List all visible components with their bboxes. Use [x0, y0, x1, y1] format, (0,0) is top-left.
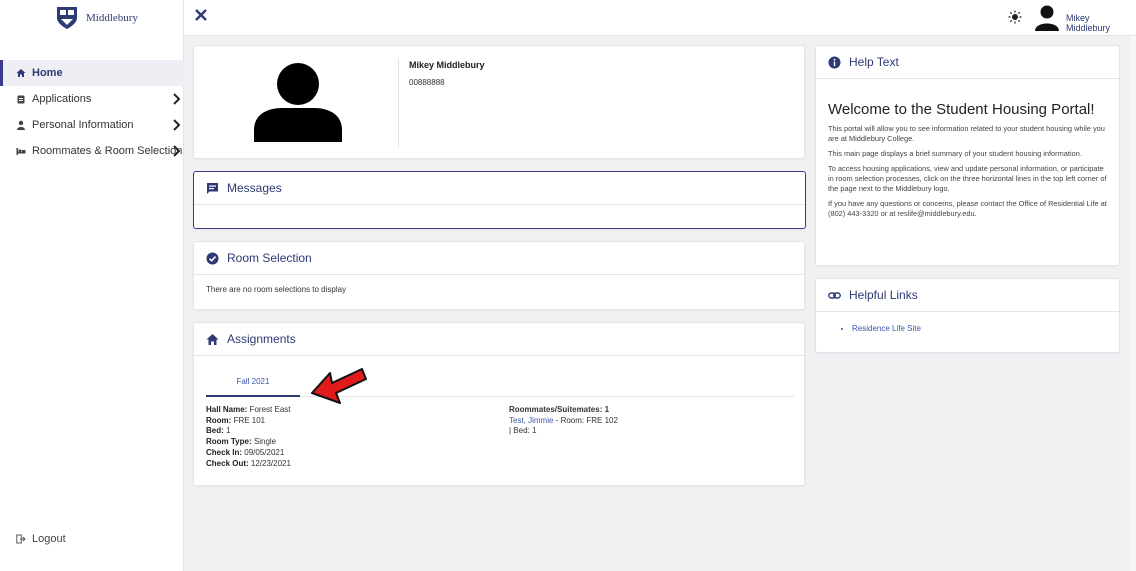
helpful-links-list: Residence Life Site — [828, 322, 1107, 333]
close-icon[interactable] — [194, 8, 208, 22]
sidebar-item-applications[interactable]: Applications — [0, 86, 184, 112]
message-icon — [207, 182, 218, 194]
sidebar-item-roommates-room-selection[interactable]: Roommates & Room Selection — [0, 138, 184, 164]
sidebar-item-personal-information[interactable]: Personal Information — [0, 112, 184, 138]
room-selection-header: Room Selection — [194, 242, 804, 275]
red-arrow-icon — [311, 368, 367, 404]
profile-card: Mikey Middlebury 00888888 — [193, 45, 805, 159]
profile-avatar-icon — [254, 63, 342, 142]
bed-icon — [16, 148, 26, 155]
sidebar-nav: Home Applications Personal Information R… — [0, 60, 184, 164]
logout-icon — [16, 534, 26, 544]
roommates-info: Roommates/Suitemates: 1 Test, Jimmie - R… — [509, 405, 618, 437]
chevron-right-icon — [173, 93, 180, 105]
middlebury-shield-icon — [57, 7, 77, 29]
room-selection-empty: There are no room selections to display — [206, 285, 347, 294]
sidebar: Middlebury Home Applications Personal In… — [0, 0, 184, 571]
helpful-links-card: Helpful Links Residence Life Site — [815, 278, 1120, 353]
check-out-row: Check Out: 12/23/2021 — [206, 458, 291, 468]
help-paragraph: To access housing applications, view and… — [828, 164, 1107, 193]
welcome-heading: Welcome to the Student Housing Portal! — [828, 101, 1095, 118]
room-type-row: Room Type: Single — [206, 437, 277, 447]
profile-id: 00888888 — [409, 78, 445, 87]
brand-name: Middlebury — [86, 12, 138, 24]
clipboard-icon — [17, 95, 25, 104]
person-icon — [17, 120, 25, 130]
check-circle-icon — [206, 252, 219, 264]
link-icon — [828, 291, 841, 299]
user-avatar-icon[interactable] — [1034, 4, 1060, 32]
help-paragraph: If you have any questions or concerns, p… — [828, 199, 1107, 218]
help-text-header: Help Text — [816, 46, 1119, 79]
tab-fall-2021[interactable]: Fall 2021 — [206, 367, 300, 397]
help-text-body: Welcome to the Student Housing Portal! T… — [816, 79, 1119, 234]
info-icon — [828, 56, 841, 68]
profile-divider — [398, 58, 399, 148]
roommate-row: Test, Jimmie - Room: FRE 102 — [509, 415, 618, 425]
check-in-row: Check In: 09/05/2021 — [206, 447, 285, 457]
help-text-title: Help Text — [849, 55, 899, 69]
chevron-right-icon — [173, 119, 180, 131]
sidebar-item-label: Roommates & Room Selection — [32, 145, 183, 157]
helpful-links-header: Helpful Links — [816, 279, 1119, 312]
page-scrollbar[interactable] — [1130, 36, 1136, 571]
top-user-name[interactable]: Mikey Middlebury — [1066, 13, 1136, 33]
bed-row: Bed: 1 — [206, 426, 231, 436]
help-text-card: Help Text Welcome to the Student Housing… — [815, 45, 1120, 266]
sidebar-item-label: Personal Information — [32, 119, 134, 131]
profile-name: Mikey Middlebury — [409, 60, 485, 70]
room-selection-title: Room Selection — [227, 251, 312, 265]
assignments-header: Assignments — [194, 323, 804, 356]
help-paragraph: This portal will allow you to see inform… — [828, 124, 1105, 143]
assignments-tabs: Fall 2021 — [206, 367, 794, 397]
hall-name-row: Hall Name: Forest East — [206, 405, 291, 414]
sidebar-item-label: Applications — [32, 93, 92, 105]
room-selection-card: Room Selection There are no room selecti… — [193, 241, 805, 310]
roommate-link[interactable]: Test, Jimmie — [509, 416, 553, 425]
chevron-right-icon — [173, 145, 180, 157]
assignments-card: Assignments Fall 2021 Hall Name: Forest … — [193, 322, 805, 486]
roommate-bed: | Bed: 1 — [509, 426, 537, 436]
room-row: Room: FRE 101 — [206, 415, 266, 425]
messages-header[interactable]: Messages — [194, 172, 805, 205]
roommates-count-row: Roommates/Suitemates: 1 — [509, 405, 610, 414]
assignments-title: Assignments — [227, 332, 296, 346]
helpful-links-title: Helpful Links — [849, 288, 918, 302]
home-icon — [206, 333, 219, 345]
top-bar: Mikey Middlebury — [184, 0, 1136, 36]
messages-card: Messages — [193, 171, 806, 229]
logout-label: Logout — [32, 533, 66, 545]
assignment-details: Hall Name: Forest East Room: FRE 101 Bed… — [206, 405, 291, 469]
sun-icon[interactable] — [1008, 10, 1022, 24]
logout-link[interactable]: Logout — [16, 533, 66, 545]
home-icon — [16, 69, 26, 77]
brand-logo[interactable]: Middlebury — [0, 0, 183, 36]
sidebar-item-home[interactable]: Home — [0, 60, 184, 86]
help-paragraph: This main page displays a brief summary … — [828, 149, 1082, 158]
helpful-links-body: Residence Life Site — [816, 312, 1119, 343]
sidebar-item-label: Home — [32, 67, 63, 79]
residence-life-link[interactable]: Residence Life Site — [852, 324, 1107, 333]
messages-title: Messages — [227, 181, 282, 195]
